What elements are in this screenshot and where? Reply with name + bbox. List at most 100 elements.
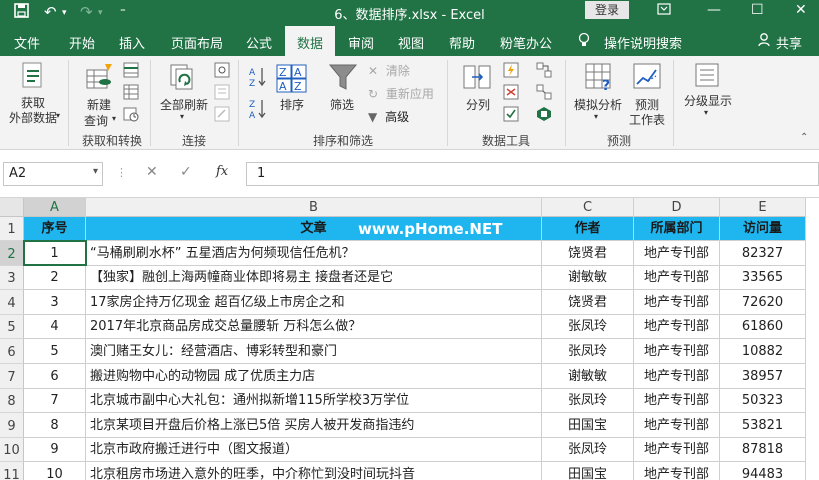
new-query-label-1[interactable]: 新建 (84, 96, 114, 113)
row-header[interactable]: 10 (0, 438, 24, 462)
flash-fill-icon[interactable] (503, 62, 519, 81)
select-all-corner[interactable] (0, 198, 24, 217)
cell-author[interactable]: 张凤玲 (542, 315, 634, 339)
row-header[interactable]: 9 (0, 413, 24, 438)
collapse-ribbon-icon[interactable]: ⌃ (800, 132, 808, 143)
tab-formulas[interactable]: 公式 (246, 33, 272, 52)
cell-article[interactable]: 搬进购物中心的动物园 成了优质主力店 (86, 364, 542, 389)
header-cell-visits[interactable]: 访问量 (720, 217, 806, 241)
header-cell-department[interactable]: 所属部门 (634, 217, 720, 241)
minimize-icon[interactable]: — (707, 2, 721, 18)
outline-button[interactable]: 分级显示 (680, 92, 736, 109)
tab-page-layout[interactable]: 页面布局 (171, 33, 223, 52)
tell-me-search[interactable]: 操作说明搜索 (604, 33, 682, 52)
row-header[interactable]: 3 (0, 266, 24, 290)
cell-article[interactable]: 【独家】融创上海两幢商业体即将易主 接盘者还是它 (86, 266, 542, 290)
row-header[interactable]: 1 (0, 217, 24, 241)
cell-index[interactable]: 7 (24, 389, 86, 413)
tab-help[interactable]: 帮助 (449, 33, 475, 52)
close-icon[interactable]: ✕ (795, 2, 807, 18)
cell-department[interactable]: 地产专刊部 (634, 413, 720, 438)
cell-article[interactable]: 北京租房市场进入意外的旺季，中介称忙到没时间玩抖音 (86, 462, 542, 480)
get-data-dropdown-icon[interactable]: ▾ (56, 111, 60, 120)
new-query-dropdown-icon[interactable]: ▾ (112, 114, 116, 123)
cell-visits[interactable]: 33565 (720, 266, 806, 290)
cell-article[interactable]: 北京城市副中心大礼包：通州拟新增115所学校3万学位 (86, 389, 542, 413)
advanced-filter-button[interactable]: ▼ 高级 (368, 108, 409, 125)
cell-article[interactable]: 2017年北京商品房成交总量腰斩 万科怎么做？ (86, 315, 542, 339)
filter-funnel-icon[interactable] (328, 62, 358, 95)
refresh-all-dropdown-icon[interactable]: ▾ (180, 112, 184, 121)
cell-visits[interactable]: 53821 (720, 413, 806, 438)
cell-article[interactable]: “马桶刷刷水杯” 五星酒店为何频现信任危机？ (86, 241, 542, 266)
cell-index[interactable]: 6 (24, 364, 86, 389)
from-table-icon[interactable] (123, 84, 139, 103)
sort-descending-icon[interactable]: ZA (249, 98, 267, 123)
confirm-entry-icon[interactable]: ✓ (180, 164, 192, 180)
relationships-icon[interactable] (536, 84, 552, 103)
login-button[interactable]: 登录 (585, 1, 629, 19)
cell-index[interactable]: 8 (24, 413, 86, 438)
row-header[interactable]: 11 (0, 462, 24, 480)
sort-dialog-icon[interactable]: ZAAZ (276, 64, 308, 97)
cell-visits[interactable]: 82327 (720, 241, 806, 266)
cell-author[interactable]: 谢敏敏 (542, 266, 634, 290)
cell-visits[interactable]: 87818 (720, 438, 806, 462)
header-cell-index[interactable]: 序号 (24, 217, 86, 241)
cell-author[interactable]: 张凤玲 (542, 339, 634, 364)
new-query-icon[interactable] (85, 62, 115, 95)
tab-view[interactable]: 视图 (398, 33, 424, 52)
cell-index[interactable]: 4 (24, 315, 86, 339)
column-header-a[interactable]: A (24, 198, 86, 217)
share-person-icon[interactable] (758, 32, 772, 52)
header-cell-author[interactable]: 作者 (542, 217, 634, 241)
consolidate-icon[interactable] (536, 62, 552, 81)
tab-fenbi-office[interactable]: 粉笔办公 (500, 33, 552, 52)
row-header[interactable]: 2 (0, 241, 24, 266)
cell-index[interactable]: 3 (24, 290, 86, 315)
cell-department[interactable]: 地产专刊部 (634, 339, 720, 364)
cell-visits[interactable]: 10882 (720, 339, 806, 364)
cell-department[interactable]: 地产专刊部 (634, 364, 720, 389)
show-queries-icon[interactable] (123, 62, 139, 81)
row-header[interactable]: 6 (0, 339, 24, 364)
cell-department[interactable]: 地产专刊部 (634, 315, 720, 339)
row-header[interactable]: 5 (0, 315, 24, 339)
tab-insert[interactable]: 插入 (119, 33, 145, 52)
row-header[interactable]: 4 (0, 290, 24, 315)
cell-department[interactable]: 地产专刊部 (634, 266, 720, 290)
cell-department[interactable]: 地产专刊部 (634, 438, 720, 462)
share-button[interactable]: 共享 (776, 33, 802, 52)
outline-dropdown-icon[interactable]: ▾ (704, 108, 708, 117)
ribbon-display-options-icon[interactable] (657, 2, 671, 20)
cell-author[interactable]: 张凤玲 (542, 389, 634, 413)
cell-department[interactable]: 地产专刊部 (634, 462, 720, 480)
tab-review[interactable]: 审阅 (348, 33, 374, 52)
new-query-label-2[interactable]: 查询 (80, 112, 112, 129)
what-if-analysis-button[interactable]: 模拟分析 (570, 96, 626, 113)
text-to-columns-icon[interactable] (462, 62, 492, 95)
cell-article[interactable]: 17家房企持万亿现金 超百亿级上市房企之和 (86, 290, 542, 315)
sort-ascending-icon[interactable]: AZ (249, 66, 267, 91)
cell-visits[interactable]: 50323 (720, 389, 806, 413)
get-external-data-button[interactable]: 获取 外部数据 (4, 96, 62, 126)
cell-author[interactable]: 饶贤君 (542, 241, 634, 266)
cell-index[interactable]: 1 (24, 241, 86, 266)
row-header[interactable]: 7 (0, 364, 24, 389)
cell-author[interactable]: 张凤玲 (542, 438, 634, 462)
outline-icon[interactable] (694, 62, 720, 91)
cell-article[interactable]: 北京某项目开盘后价格上涨已5倍 买房人被开发商指违约 (86, 413, 542, 438)
insert-function-icon[interactable]: fx (216, 164, 228, 179)
tab-file[interactable]: 文件 (14, 33, 40, 52)
cell-visits[interactable]: 38957 (720, 364, 806, 389)
cell-department[interactable]: 地产专刊部 (634, 290, 720, 315)
column-header-c[interactable]: C (542, 198, 634, 217)
name-box-dropdown-icon[interactable]: ▾ (93, 166, 98, 177)
remove-duplicates-icon[interactable] (503, 84, 519, 103)
what-if-dropdown-icon[interactable]: ▾ (594, 112, 598, 121)
tab-home[interactable]: 开始 (69, 33, 95, 52)
maximize-icon[interactable]: ☐ (751, 2, 764, 18)
cell-index[interactable]: 10 (24, 462, 86, 480)
cell-author[interactable]: 田国宝 (542, 462, 634, 480)
filter-button[interactable]: 筛选 (326, 96, 358, 113)
